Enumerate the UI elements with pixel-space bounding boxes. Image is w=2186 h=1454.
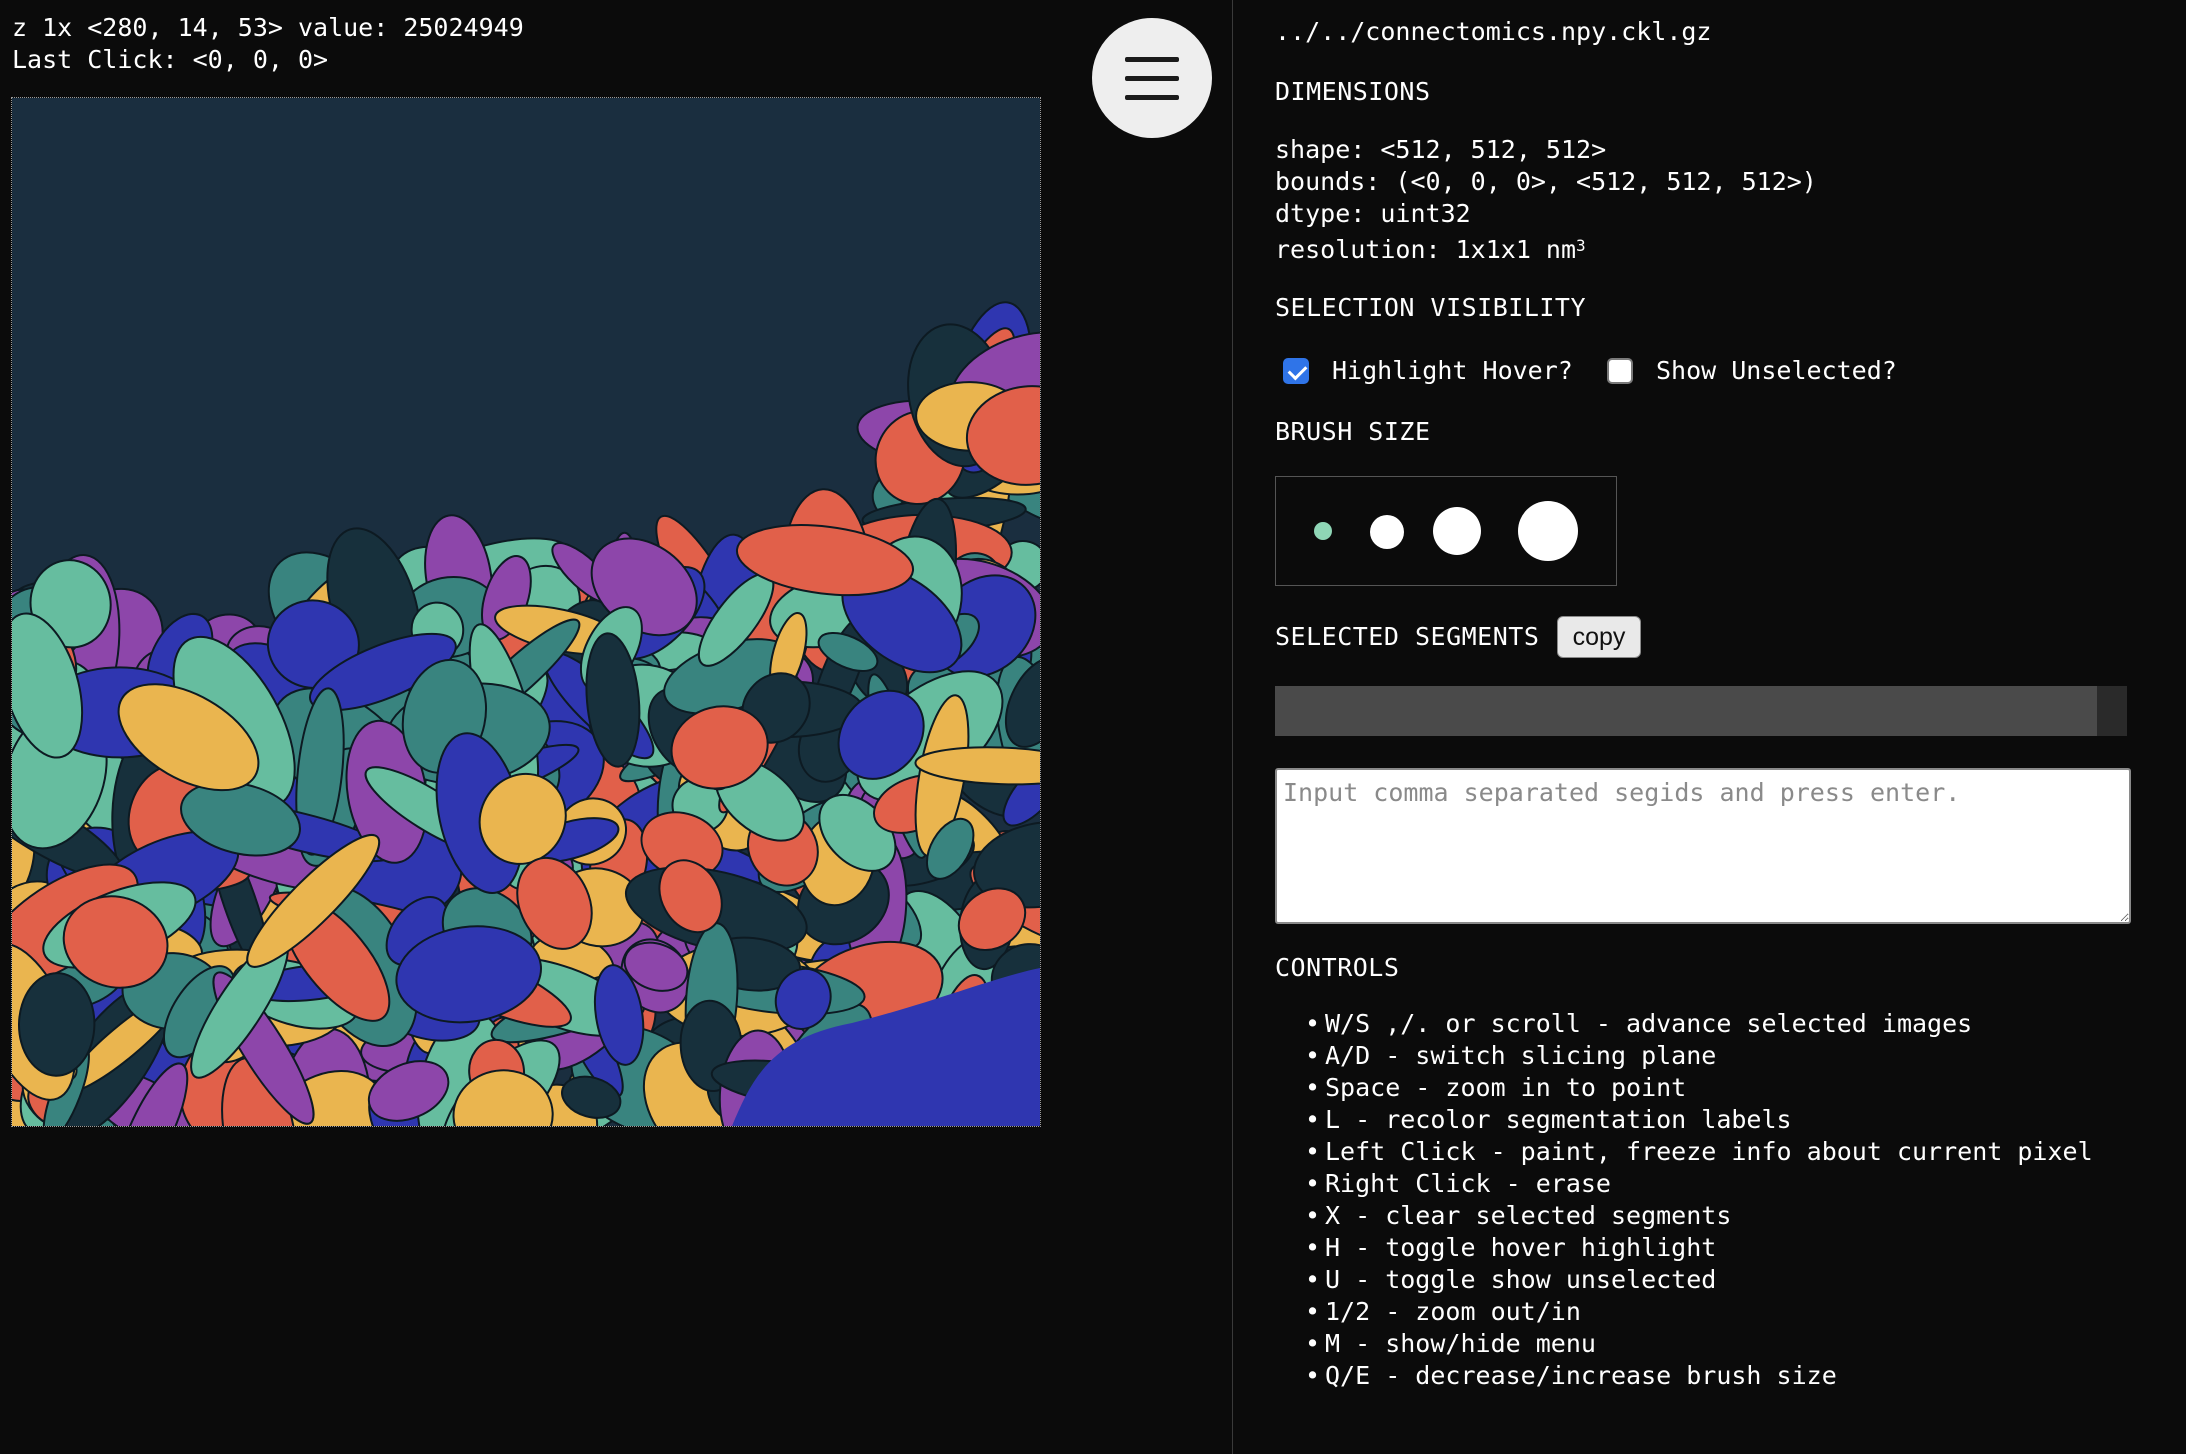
shape-value: shape: <512, 512, 512> <box>1275 135 1607 164</box>
selected-segments-list[interactable] <box>1275 686 2127 736</box>
segmentation-canvas[interactable] <box>11 97 1041 1127</box>
copy-button[interactable]: copy <box>1557 616 1641 658</box>
control-item: U - toggle show unselected <box>1275 1264 2093 1296</box>
resolution-text: resolution: 1x1x1 nm <box>1275 235 1577 264</box>
control-item: X - clear selected segments <box>1275 1200 2093 1232</box>
control-item: W/S ,/. or scroll - advance selected ima… <box>1275 1008 2093 1040</box>
highlight-hover-label[interactable]: Highlight Hover? <box>1332 355 1573 387</box>
brush-size-small[interactable] <box>1314 522 1332 540</box>
control-item: H - toggle hover highlight <box>1275 1232 2093 1264</box>
brush-size-picker <box>1275 476 1617 586</box>
dimensions-heading: DIMENSIONS <box>1275 77 1431 106</box>
side-panel: ../../connectomics.npy.ckl.gz DIMENSIONS… <box>1232 0 2186 1454</box>
resolution-value: resolution: 1x1x1 nm3 <box>1275 234 1586 266</box>
image-viewer: z 1x <280, 14, 53> value: 25024949 Last … <box>0 0 1232 1454</box>
file-path: ../../connectomics.npy.ckl.gz <box>1275 17 1712 46</box>
segmentation-slice[interactable] <box>12 98 1040 1126</box>
control-item: 1/2 - zoom out/in <box>1275 1296 2093 1328</box>
dtype-value: dtype: uint32 <box>1275 199 1471 228</box>
menu-button[interactable] <box>1092 18 1212 138</box>
brush-size-xlarge[interactable] <box>1518 501 1578 561</box>
brush-size-large[interactable] <box>1433 507 1481 555</box>
control-item: Left Click - paint, freeze info about cu… <box>1275 1136 2093 1168</box>
selection-visibility-heading: SELECTION VISIBILITY <box>1275 293 1587 322</box>
show-unselected-checkbox[interactable] <box>1607 358 1633 384</box>
segid-input[interactable] <box>1275 768 2131 924</box>
control-item: Q/E - decrease/increase brush size <box>1275 1360 2093 1392</box>
last-click-info: Last Click: <0, 0, 0> <box>12 45 329 74</box>
segment[interactable] <box>17 972 96 1077</box>
bounds-value: bounds: (<0, 0, 0>, <512, 512, 512>) <box>1275 167 1817 196</box>
brush-size-heading: BRUSH SIZE <box>1275 417 1431 446</box>
controls-heading: CONTROLS <box>1275 953 1400 982</box>
control-item: A/D - switch slicing plane <box>1275 1040 2093 1072</box>
resolution-exponent: 3 <box>1576 236 1586 255</box>
control-item: L - recolor segmentation labels <box>1275 1104 2093 1136</box>
highlight-hover-checkbox[interactable] <box>1283 358 1309 384</box>
control-item: M - show/hide menu <box>1275 1328 2093 1360</box>
brush-size-medium[interactable] <box>1370 515 1404 549</box>
control-item: Right Click - erase <box>1275 1168 2093 1200</box>
show-unselected-label[interactable]: Show Unselected? <box>1656 355 1897 387</box>
control-item: Space - zoom in to point <box>1275 1072 2093 1104</box>
controls-list: W/S ,/. or scroll - advance selected ima… <box>1275 1008 2093 1392</box>
cursor-info: z 1x <280, 14, 53> value: 25024949 <box>12 13 524 42</box>
app-window: z 1x <280, 14, 53> value: 25024949 Last … <box>0 0 2186 1454</box>
selected-segments-scroll-track[interactable] <box>1275 686 2097 736</box>
selected-segments-heading: SELECTED SEGMENTS <box>1275 622 1540 651</box>
